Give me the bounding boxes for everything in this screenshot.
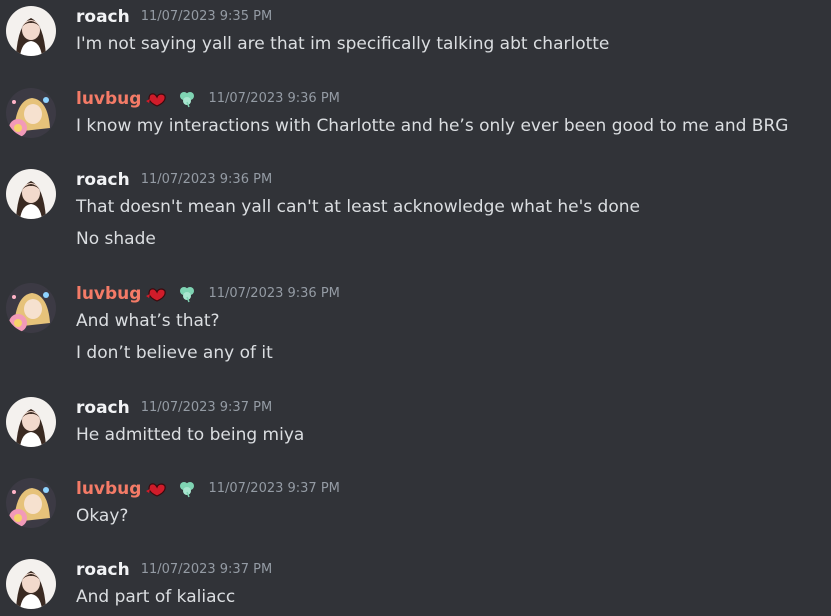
timestamp[interactable]: 11/07/2023 9:36 PM [208,283,339,305]
username[interactable]: luvbug [76,283,141,305]
message-text: And part of kaliacc [76,587,236,607]
timestamp[interactable]: 11/07/2023 9:37 PM [208,478,339,500]
avatar-luvbug[interactable] [6,283,56,333]
avatar-roach[interactable] [6,559,56,609]
timestamp[interactable]: 11/07/2023 9:36 PM [141,169,272,191]
avatar-roach[interactable] [6,6,56,56]
message-text: He admitted to being miya [76,425,305,445]
timestamp[interactable]: 11/07/2023 9:37 PM [141,397,272,419]
avatar-roach[interactable] [6,397,56,447]
username[interactable]: roach [76,559,130,581]
username[interactable]: roach [76,397,130,419]
chat-message-list: roach 11/07/2023 9:35 PM I'm not saying … [0,0,831,616]
timestamp[interactable]: 11/07/2023 9:36 PM [208,88,339,110]
heart-badge-icon [145,480,167,498]
clover-badge-icon [177,90,197,108]
message-text: Okay? [76,506,129,526]
message-text: I know my interactions with Charlotte an… [76,116,789,136]
avatar-luvbug[interactable] [6,88,56,138]
username[interactable]: roach [76,6,130,28]
username[interactable]: luvbug [76,88,141,110]
heart-badge-icon [145,90,167,108]
message-text: That doesn't mean yall can't at least ac… [76,197,640,217]
clover-badge-icon [177,285,197,303]
avatar-luvbug[interactable] [6,478,56,528]
timestamp[interactable]: 11/07/2023 9:35 PM [141,6,272,28]
message-text: I'm not saying yall are that im specific… [76,34,610,54]
message-text: And what’s that? [76,311,220,331]
avatar-roach[interactable] [6,169,56,219]
timestamp[interactable]: 11/07/2023 9:37 PM [141,559,272,581]
clover-badge-icon [177,480,197,498]
username[interactable]: roach [76,169,130,191]
username[interactable]: luvbug [76,478,141,500]
message-text: I don’t believe any of it [76,343,273,363]
heart-badge-icon [145,285,167,303]
message-text: No shade [76,229,156,249]
